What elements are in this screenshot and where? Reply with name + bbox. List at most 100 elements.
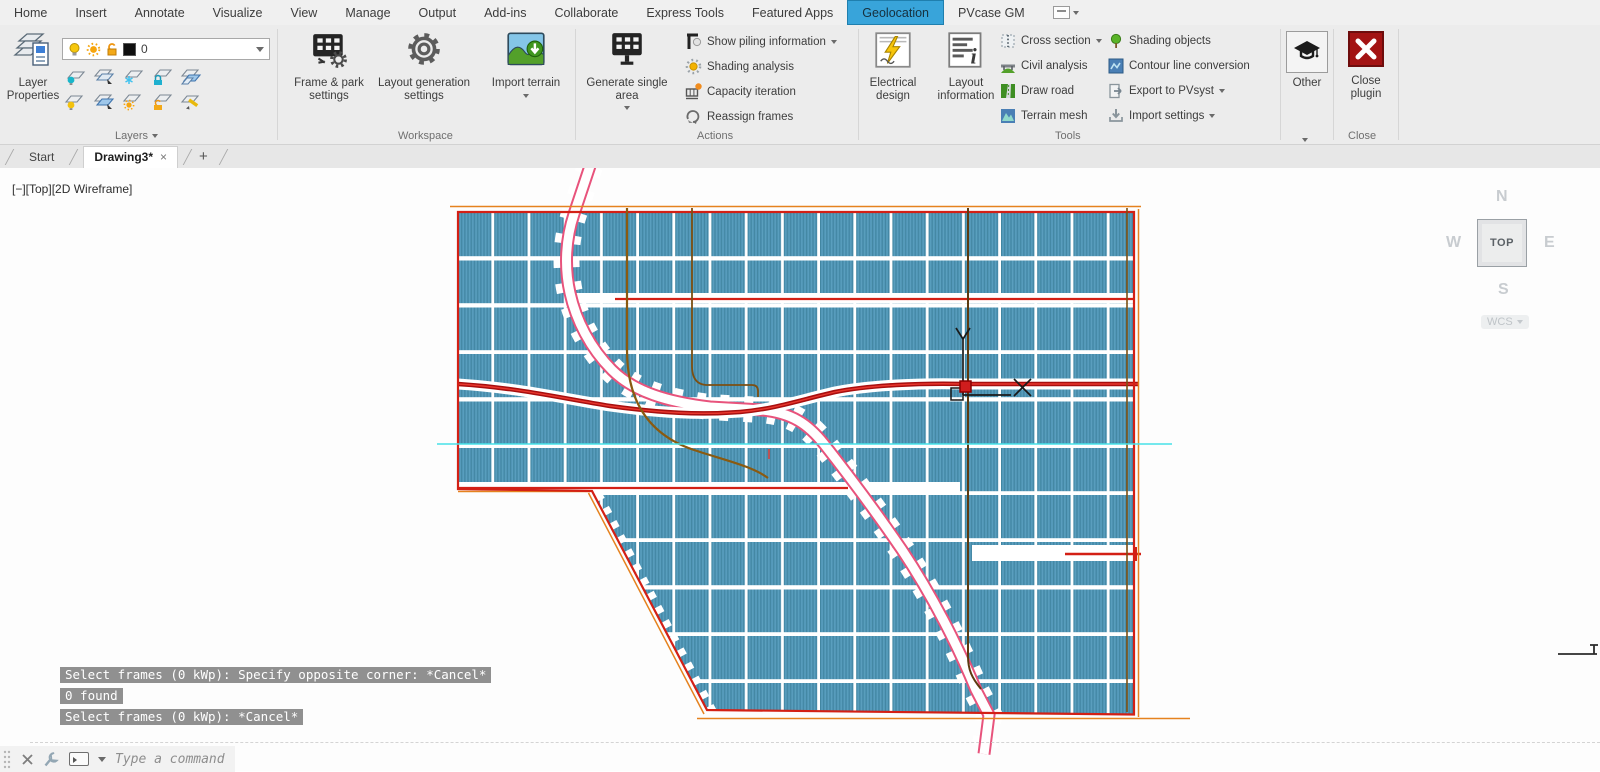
ribbon-display-toggle[interactable] [1053, 0, 1079, 25]
command-history-line: 0 found [60, 688, 123, 704]
menu-geolocation[interactable]: Geolocation [847, 0, 944, 25]
terrain-mesh-button[interactable]: Terrain mesh [1000, 108, 1087, 124]
layer-freeze-icon[interactable] [122, 68, 144, 86]
layout-generation-settings-button[interactable]: Layout generation settings [372, 31, 476, 103]
layout-information-icon: i [947, 31, 985, 73]
drawing-canvas[interactable]: [−][Top][2D Wireframe] [0, 168, 1600, 771]
chevron-down-icon [1209, 114, 1215, 118]
viewcube-west[interactable]: W [1446, 234, 1461, 252]
generate-single-area-button[interactable]: Generate single area [585, 31, 669, 110]
generate-single-area-icon [606, 31, 648, 73]
layer-on-icon[interactable] [64, 93, 86, 111]
layer-tools-row-2 [64, 93, 202, 111]
civil-analysis-button[interactable]: Civil analysis [1000, 58, 1087, 74]
close-plugin-button[interactable]: Close plugin [1344, 31, 1388, 101]
current-layer-name: 0 [141, 42, 148, 56]
frame-park-settings-label: Frame & park settings [288, 77, 370, 103]
wcs-dropdown[interactable]: WCS [1481, 315, 1529, 329]
export-to-pvsyst-button[interactable]: Export to PVsyst [1108, 83, 1225, 99]
command-prompt-icon[interactable] [69, 752, 89, 766]
frame-park-settings-button[interactable]: Frame & park settings [288, 31, 370, 103]
selection-grip[interactable] [960, 381, 971, 392]
close-command-icon[interactable] [21, 753, 34, 766]
layer-off-icon[interactable] [64, 68, 86, 86]
viewcube-top[interactable]: TOP [1477, 219, 1527, 267]
layer-isolate-icon[interactable] [93, 68, 115, 86]
shading-objects-button[interactable]: Shading objects [1108, 33, 1211, 49]
close-panel-title: Close [1348, 130, 1376, 142]
import-icon [1108, 108, 1124, 124]
import-terrain-button[interactable]: Import terrain [482, 31, 570, 98]
electrical-design-button[interactable]: Electrical design [862, 31, 924, 103]
menu-addins[interactable]: Add-ins [470, 0, 540, 25]
layer-unisolate-icon[interactable] [93, 93, 115, 111]
chevron-down-icon [624, 106, 630, 110]
menu-view[interactable]: View [276, 0, 331, 25]
layer-thaw-icon[interactable] [122, 93, 144, 111]
viewcube-north[interactable]: N [1496, 188, 1508, 206]
viewcube-east[interactable]: E [1544, 234, 1555, 252]
layer-properties-button[interactable]: Layer Properties [6, 31, 60, 103]
other-panel-caret[interactable] [1302, 138, 1308, 142]
layer-dropdown[interactable]: 0 [62, 38, 270, 60]
menu-annotate[interactable]: Annotate [121, 0, 199, 25]
tree-icon [1108, 33, 1124, 49]
layout-information-label: Layout information [926, 77, 1006, 103]
menu-bar: Home Insert Annotate Visualize View Mana… [0, 0, 1600, 25]
viewcube-south[interactable]: S [1498, 281, 1509, 299]
menu-insert[interactable]: Insert [61, 0, 120, 25]
cross-section-button[interactable]: Cross section [1000, 33, 1102, 49]
chevron-down-icon[interactable] [98, 757, 106, 762]
chevron-down-icon [1096, 39, 1102, 43]
menu-featured-apps[interactable]: Featured Apps [738, 0, 847, 25]
command-history-line: Select frames (0 kWp): Specify opposite … [60, 667, 491, 683]
sun-icon [685, 58, 702, 75]
generate-single-area-label: Generate single area [585, 77, 669, 103]
chevron-down-icon [523, 94, 529, 98]
menu-manage[interactable]: Manage [331, 0, 404, 25]
draw-road-button[interactable]: Draw road [1000, 83, 1074, 99]
command-input[interactable]: Type a command [115, 752, 225, 767]
command-history-line: Select frames (0 kWp): *Cancel* [60, 709, 303, 725]
new-tab-button[interactable]: + [197, 148, 214, 168]
layer-tools-row-1 [64, 68, 202, 86]
contour-line-icon [1108, 58, 1124, 74]
reassign-frames-button[interactable]: Reassign frames [685, 108, 793, 125]
layout-information-button[interactable]: i Layout information [926, 31, 1006, 103]
layer-lock-icon[interactable] [151, 68, 173, 86]
tab-drawing3[interactable]: Drawing3* × [83, 146, 178, 168]
menu-pvcase-gm[interactable]: PVcase GM [944, 0, 1039, 25]
tab-start[interactable]: Start [19, 147, 64, 168]
import-terrain-icon [506, 31, 546, 73]
layer-unlock-icon [106, 42, 118, 57]
drag-grip-icon[interactable] [2, 749, 12, 769]
layer-color-swatch [123, 43, 136, 56]
layer-walk-icon[interactable] [180, 93, 202, 111]
wrench-icon[interactable] [43, 751, 60, 768]
capacity-iteration-button[interactable]: Capacity iteration [685, 83, 796, 100]
contour-line-conversion-button[interactable]: Contour line conversion [1108, 58, 1250, 74]
menu-collaborate[interactable]: Collaborate [540, 0, 632, 25]
layers-panel-title[interactable]: Layers [115, 130, 158, 142]
chevron-down-icon [152, 134, 158, 138]
draw-road-icon [1000, 83, 1016, 99]
ribbon: Layer Properties 0 [0, 25, 1600, 145]
layer-match-icon[interactable] [180, 68, 202, 86]
chevron-down-icon [256, 47, 264, 52]
show-piling-information-button[interactable]: Show piling information [685, 33, 837, 50]
actions-panel-title: Actions [697, 130, 733, 142]
layer-unlock-tool-icon[interactable] [151, 93, 173, 111]
shading-analysis-button[interactable]: Shading analysis [685, 58, 794, 75]
menu-output[interactable]: Output [405, 0, 471, 25]
layer-on-bulb-icon [68, 42, 81, 57]
layer-properties-icon [13, 31, 53, 73]
gear-icon [404, 31, 444, 73]
menu-visualize[interactable]: Visualize [199, 0, 277, 25]
command-input-bar[interactable]: Type a command [0, 746, 235, 772]
menu-home[interactable]: Home [0, 0, 61, 25]
close-tab-icon[interactable]: × [160, 150, 167, 164]
civil-analysis-icon [1000, 58, 1016, 74]
menu-express-tools[interactable]: Express Tools [632, 0, 738, 25]
import-settings-button[interactable]: Import settings [1108, 108, 1215, 124]
other-button[interactable]: Other [1287, 31, 1327, 90]
